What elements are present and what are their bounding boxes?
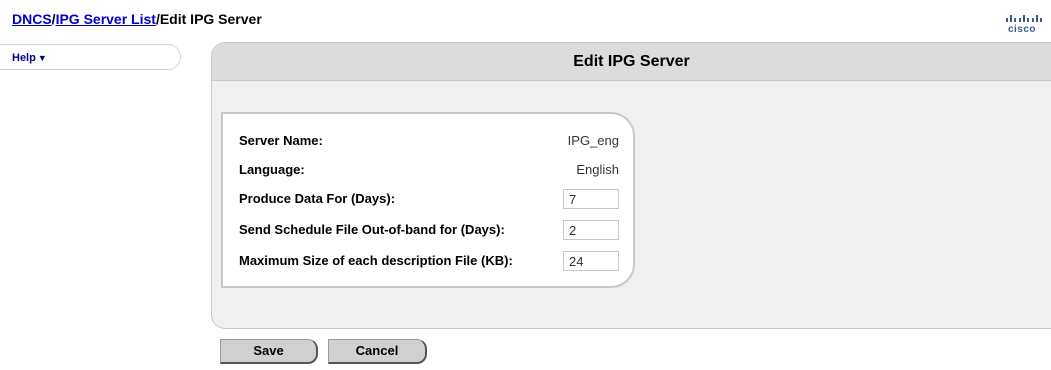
form-row-server-name: Server Name: IPG_eng xyxy=(239,131,623,153)
breadcrumb: DNCS/IPG Server List/Edit IPG Server xyxy=(12,11,262,27)
cisco-bars-icon xyxy=(1006,15,1042,22)
breadcrumb-link-ipg-server-list[interactable]: IPG Server List xyxy=(56,11,156,27)
triangle-down-icon: ▼ xyxy=(37,53,47,63)
produce-days-input[interactable] xyxy=(563,189,619,209)
form-row-produce-days: Produce Data For (Days): xyxy=(239,189,623,211)
cisco-wordmark: cisco xyxy=(1007,24,1037,35)
panel-header: Edit IPG Server xyxy=(212,43,1051,81)
schedule-days-label: Send Schedule File Out-of-band for (Days… xyxy=(239,222,505,237)
save-button[interactable]: Save xyxy=(220,339,318,364)
language-value: English xyxy=(576,162,619,177)
panel-title: Edit IPG Server xyxy=(573,53,690,70)
breadcrumb-current: Edit IPG Server xyxy=(159,11,262,27)
edit-panel: Edit IPG Server Server Name: IPG_eng Lan… xyxy=(211,42,1051,329)
max-size-label: Maximum Size of each description File (K… xyxy=(239,253,513,268)
form-row-schedule-days: Send Schedule File Out-of-band for (Days… xyxy=(239,220,623,242)
max-size-input[interactable] xyxy=(563,251,619,271)
help-menu[interactable]: Help ▼ xyxy=(0,44,181,70)
server-form-card: Server Name: IPG_eng Language: English P… xyxy=(221,112,635,288)
server-name-label: Server Name: xyxy=(239,133,323,148)
form-row-max-size: Maximum Size of each description File (K… xyxy=(239,251,623,273)
schedule-days-input[interactable] xyxy=(563,220,619,240)
breadcrumb-link-dncs[interactable]: DNCS xyxy=(12,11,52,27)
language-label: Language: xyxy=(239,162,305,177)
cancel-button[interactable]: Cancel xyxy=(328,339,427,364)
produce-days-label: Produce Data For (Days): xyxy=(239,191,396,206)
form-row-language: Language: English xyxy=(239,160,623,182)
server-name-value: IPG_eng xyxy=(567,133,619,148)
cisco-logo: cisco xyxy=(1002,12,1042,36)
help-label: Help xyxy=(12,52,36,64)
